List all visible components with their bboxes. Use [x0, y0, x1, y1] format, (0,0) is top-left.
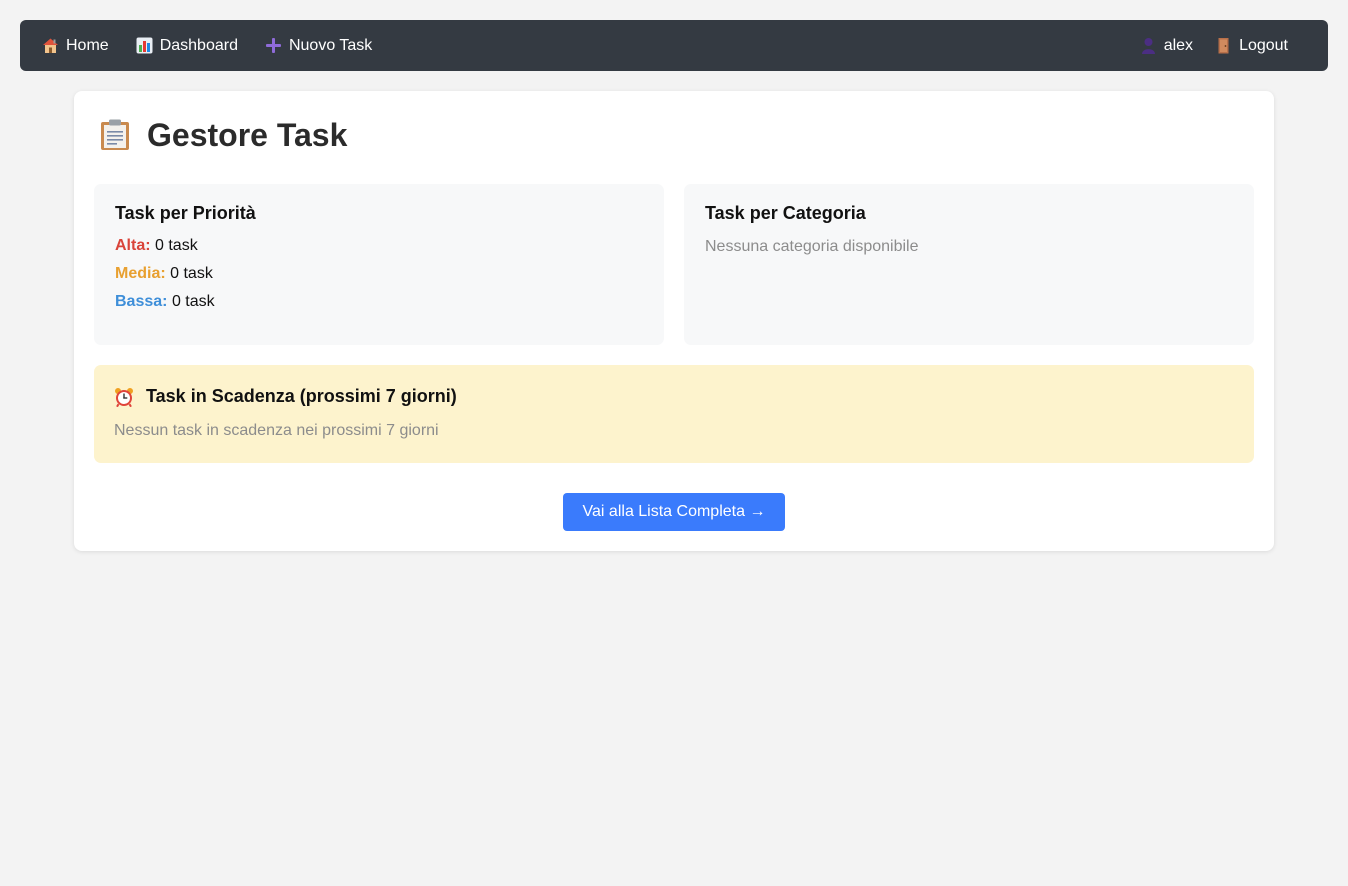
nav-user-link[interactable]: alex: [1140, 20, 1193, 71]
deadline-panel: Task in Scadenza (prossimi 7 giorni) Nes…: [94, 365, 1254, 463]
priority-item-low: Bassa: 0 task: [115, 294, 643, 322]
priority-medium-value: 0 task: [170, 265, 213, 282]
priority-high-label: Alta:: [115, 237, 151, 254]
deadline-empty-text: Nessun task in scadenza nei prossimi 7 g…: [114, 422, 439, 439]
stats-row: Task per Priorità Alta: 0 task Media: 0 …: [94, 184, 1254, 345]
full-list-button[interactable]: Vai alla Lista Completa →: [563, 493, 785, 531]
home-icon: [42, 37, 59, 54]
plus-icon: [265, 37, 282, 54]
alarm-clock-icon: [114, 387, 134, 407]
nav-new-task-label: Nuovo Task: [288, 36, 373, 54]
nav-dashboard-label: Dashboard: [159, 36, 238, 54]
priority-panel-title: Task per Priorità: [115, 203, 256, 223]
priority-low-value: 0 task: [171, 293, 215, 310]
category-empty-text: Nessuna categoria disponibile: [705, 238, 919, 255]
nav-logout-label: Logout: [1239, 36, 1288, 54]
priority-panel: Task per Priorità Alta: 0 task Media: 0 …: [94, 184, 664, 345]
priority-high-value: 0 task: [155, 237, 198, 254]
priority-item-high: Alta: 0 task: [115, 238, 643, 266]
nav-home-label: Home: [66, 36, 109, 54]
category-panel: Task per Categoria Nessuna categoria dis…: [684, 184, 1254, 345]
nav-logout-link[interactable]: Logout: [1215, 20, 1288, 71]
nav-user-label: alex: [1163, 36, 1194, 54]
priority-low-label: Bassa:: [115, 293, 168, 310]
clipboard-icon: [100, 119, 130, 151]
user-icon: [1140, 37, 1157, 54]
nav-new-task-link[interactable]: Nuovo Task: [265, 20, 372, 71]
nav-left-group: Home Dashboard Nuovo Task: [42, 20, 399, 71]
actions-row: Vai alla Lista Completa →: [94, 493, 1254, 531]
nav-dashboard-link[interactable]: Dashboard: [136, 20, 238, 71]
priority-item-medium: Media: 0 task: [115, 266, 643, 294]
nav-right-group: alex Logout: [1118, 20, 1306, 71]
deadline-header: Task in Scadenza (prossimi 7 giorni): [114, 386, 1234, 407]
door-icon: [1215, 37, 1232, 54]
priority-medium-label: Media:: [115, 265, 166, 282]
category-panel-title: Task per Categoria: [705, 203, 866, 223]
deadline-title: Task in Scadenza (prossimi 7 giorni): [146, 386, 457, 406]
nav-home-link[interactable]: Home: [42, 20, 109, 71]
page-header: Gestore Task: [100, 111, 1254, 159]
page-title: Gestore Task: [147, 116, 348, 153]
main-card: Gestore Task Task per Priorità Alta: 0 t…: [74, 91, 1274, 551]
top-navbar: Home Dashboard Nuovo Task alex Logout: [20, 20, 1328, 71]
chart-icon: [136, 37, 153, 54]
